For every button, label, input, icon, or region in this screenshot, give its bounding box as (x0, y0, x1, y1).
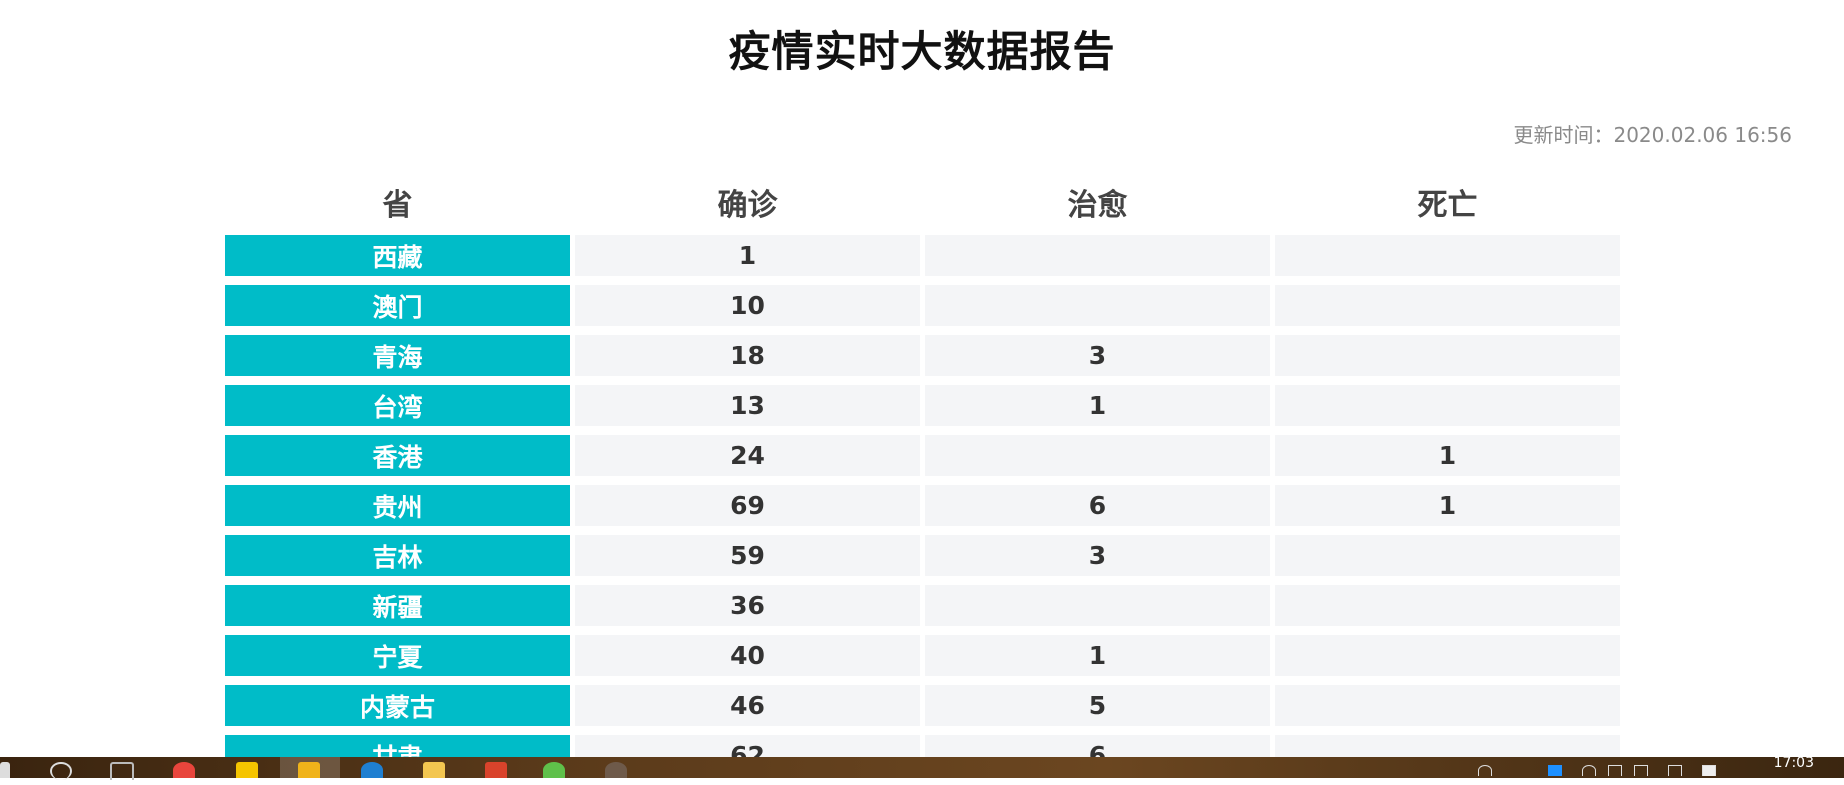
report-table: 省 确诊 治愈 死亡 西藏 1 澳门 10 青海 18 3 台湾 13 1 香港… (220, 169, 1625, 785)
province-cell: 青海 (225, 335, 570, 376)
task-view-icon[interactable] (110, 762, 134, 780)
app-icon[interactable] (485, 762, 507, 778)
update-time: 更新时间：2020.02.06 16:56 (1513, 123, 1792, 147)
person-icon[interactable] (1478, 765, 1492, 776)
header-confirmed: 确诊 (717, 188, 778, 223)
start-icon[interactable] (0, 762, 10, 778)
confirmed-cell: 40 (575, 635, 920, 676)
confirmed-cell: 46 (575, 685, 920, 726)
battery-icon[interactable] (1608, 765, 1622, 776)
confirmed-cell: 1 (575, 235, 920, 276)
dead-cell (1275, 335, 1620, 376)
table-row: 新疆 36 (225, 585, 1620, 626)
province-cell: 宁夏 (225, 635, 570, 676)
table-row: 宁夏 40 1 (225, 635, 1620, 676)
table-row: 台湾 13 1 (225, 385, 1620, 426)
keyboard-icon[interactable] (1702, 765, 1716, 776)
page-title: 疫情实时大数据报告 (728, 27, 1116, 76)
taskbar: 17:03 (0, 755, 1844, 780)
user-avatar-icon[interactable] (605, 762, 627, 778)
wechat-icon[interactable] (543, 762, 565, 778)
header-cured: 治愈 (1067, 188, 1128, 223)
wifi-icon[interactable] (1582, 765, 1596, 776)
dead-cell (1275, 585, 1620, 626)
cured-cell: 6 (925, 485, 1270, 526)
cured-cell (925, 235, 1270, 276)
header-province: 省 (382, 188, 413, 223)
confirmed-cell: 10 (575, 285, 920, 326)
dead-cell (1275, 235, 1620, 276)
dead-cell (1275, 285, 1620, 326)
cured-cell: 3 (925, 335, 1270, 376)
volume-icon[interactable] (1634, 765, 1648, 776)
cured-cell: 3 (925, 535, 1270, 576)
confirmed-cell: 13 (575, 385, 920, 426)
table-row: 澳门 10 (225, 285, 1620, 326)
dead-cell (1275, 535, 1620, 576)
folder-icon[interactable] (423, 762, 445, 778)
cured-cell: 5 (925, 685, 1270, 726)
confirmed-cell: 24 (575, 435, 920, 476)
input-method-icon[interactable] (1668, 765, 1682, 776)
cured-cell (925, 285, 1270, 326)
province-cell: 内蒙古 (225, 685, 570, 726)
tray-app-icon[interactable] (1548, 765, 1562, 776)
confirmed-cell: 36 (575, 585, 920, 626)
province-cell: 新疆 (225, 585, 570, 626)
table-row: 青海 18 3 (225, 335, 1620, 376)
province-cell: 西藏 (225, 235, 570, 276)
cured-cell (925, 585, 1270, 626)
table-row: 香港 24 1 (225, 435, 1620, 476)
province-cell: 澳门 (225, 285, 570, 326)
chrome-icon[interactable] (173, 762, 195, 778)
confirmed-cell: 59 (575, 535, 920, 576)
cured-cell: 1 (925, 385, 1270, 426)
table-row: 内蒙古 46 5 (225, 685, 1620, 726)
dead-cell: 1 (1275, 435, 1620, 476)
dead-cell (1275, 635, 1620, 676)
confirmed-cell: 18 (575, 335, 920, 376)
edge-icon[interactable] (361, 762, 383, 778)
cured-cell: 1 (925, 635, 1270, 676)
dead-cell (1275, 385, 1620, 426)
cured-cell (925, 435, 1270, 476)
taskbar-clock[interactable]: 17:03 (1774, 755, 1814, 771)
province-cell: 台湾 (225, 385, 570, 426)
table-row: 吉林 59 3 (225, 535, 1620, 576)
dead-cell: 1 (1275, 485, 1620, 526)
province-cell: 吉林 (225, 535, 570, 576)
header-dead: 死亡 (1417, 188, 1478, 223)
province-cell: 贵州 (225, 485, 570, 526)
dead-cell (1275, 685, 1620, 726)
province-cell: 香港 (225, 435, 570, 476)
confirmed-cell: 69 (575, 485, 920, 526)
search-icon[interactable] (50, 762, 72, 780)
table-row: 贵州 69 6 1 (225, 485, 1620, 526)
table-row: 西藏 1 (225, 235, 1620, 276)
table-header-row: 省 确诊 治愈 死亡 (225, 178, 1620, 226)
sticky-notes-icon[interactable] (236, 762, 258, 778)
paint-icon[interactable] (298, 762, 320, 778)
